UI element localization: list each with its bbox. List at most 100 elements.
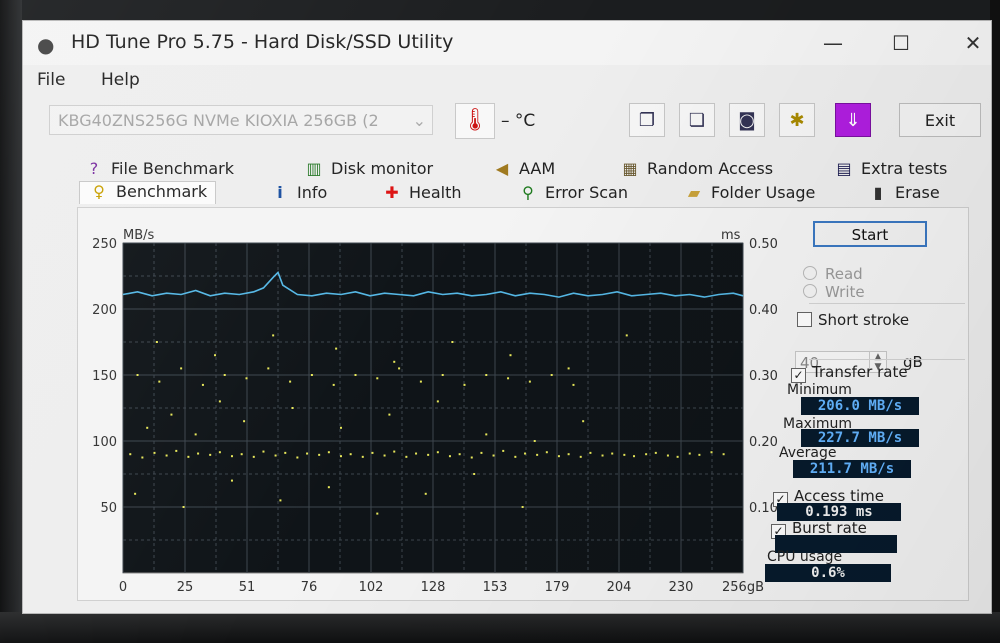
access-time-point	[528, 380, 531, 383]
minimum-label: Minimum	[787, 382, 852, 398]
radio-dot-icon	[803, 266, 817, 280]
access-time-point	[710, 451, 713, 454]
access-time-point	[601, 454, 604, 457]
monitor-bezel-left	[0, 0, 22, 643]
access-time-point	[240, 453, 243, 456]
access-time-point	[187, 455, 190, 458]
access-time-point	[448, 455, 451, 458]
monitor-bezel-bottom	[0, 612, 1000, 643]
access-time-point	[180, 367, 183, 370]
access-time-point	[557, 455, 560, 458]
access-time-point	[194, 433, 197, 436]
access-time-point	[335, 347, 338, 350]
short-stroke-label: Short stroke	[818, 311, 910, 329]
access-time-point	[645, 453, 648, 456]
access-time-point	[134, 492, 137, 495]
short-stroke-checkbox[interactable]: Short stroke	[797, 311, 909, 329]
access-time-point	[245, 377, 248, 380]
access-time-point	[289, 380, 292, 383]
access-time-point	[182, 506, 185, 508]
access-time-point	[579, 455, 582, 458]
access-time-point	[327, 486, 330, 489]
access-time-point	[676, 455, 679, 458]
access-time-point	[252, 455, 255, 458]
access-time-point	[507, 377, 510, 380]
app-window: ● HD Tune Pro 5.75 - Hard Disk/SSD Utili…	[22, 20, 992, 614]
x-tick-label: 128	[421, 580, 446, 595]
access-time-point	[383, 454, 386, 457]
read-label: Read	[825, 265, 863, 283]
access-time-point	[175, 449, 178, 452]
access-time-point	[376, 512, 379, 515]
write-radio[interactable]: Write	[803, 283, 865, 301]
access-time-point	[272, 334, 275, 337]
minimum-value: 206.0 MB/s	[801, 397, 919, 415]
access-time-point	[243, 420, 246, 423]
average-label: Average	[779, 445, 837, 461]
access-time-point	[209, 453, 212, 456]
access-time-point	[567, 453, 570, 456]
access-time-point	[201, 383, 204, 386]
access-time-point	[485, 433, 488, 436]
read-radio[interactable]: Read	[803, 265, 863, 283]
x-tick-label: 153	[483, 580, 508, 595]
y-right-axis-label: ms	[721, 228, 741, 243]
x-tick-label: 204	[607, 580, 632, 595]
y-right-tick-label: 0.40	[749, 303, 778, 318]
access-time-point	[427, 453, 430, 456]
access-time-point	[521, 506, 524, 508]
access-time-point	[611, 452, 614, 455]
radio-dot-icon	[803, 284, 817, 298]
access-time-point	[463, 383, 466, 386]
access-time-point	[284, 451, 287, 454]
access-time-point	[146, 426, 149, 429]
access-time-point	[141, 456, 144, 459]
access-time-point	[470, 456, 473, 459]
access-time-point	[451, 341, 454, 343]
y-left-tick-label: 200	[92, 303, 117, 318]
access-time-point	[354, 374, 357, 376]
access-time-point	[533, 440, 536, 442]
write-label: Write	[825, 283, 865, 301]
y-left-tick-label: 50	[100, 501, 117, 516]
access-time-point	[419, 380, 422, 383]
access-time-point	[589, 451, 592, 454]
access-time-point	[623, 453, 626, 456]
access-time-point	[458, 453, 461, 456]
x-tick-label: 0	[119, 580, 127, 595]
access-time-point	[306, 452, 309, 455]
access-time-point	[492, 454, 495, 457]
access-time-point	[197, 452, 200, 455]
access-time-point	[436, 451, 439, 454]
y-left-tick-label: 100	[92, 435, 117, 450]
access-time-point	[524, 452, 527, 455]
access-time-point	[633, 455, 636, 458]
x-tick-label: 51	[239, 580, 256, 595]
access-time-point	[361, 455, 364, 458]
access-time-point	[545, 451, 548, 454]
average-value: 211.7 MB/s	[793, 460, 911, 478]
y-left-axis-ticks: 250 200 150 100 50	[92, 237, 117, 516]
access-time-point	[296, 456, 299, 459]
access-time-point	[393, 360, 396, 363]
y-right-tick-label: 0.20	[749, 435, 778, 450]
access-time-point	[424, 492, 427, 495]
access-time-point	[376, 377, 379, 380]
access-time-point	[230, 479, 233, 482]
separator	[809, 303, 965, 304]
cpu-usage-value: 0.6%	[765, 564, 891, 582]
access-time-point	[415, 452, 418, 455]
y-right-tick-label: 0.30	[749, 369, 778, 384]
y-right-tick-label: 0.50	[749, 237, 778, 252]
y-left-axis-label: MB/s	[123, 228, 155, 243]
x-tick-label: 256gB	[722, 580, 764, 595]
transfer-rate-checkbox[interactable]: ✓ Transfer rate	[791, 363, 908, 383]
access-time-point	[230, 455, 233, 458]
check-icon: ✓	[791, 368, 806, 383]
access-time-point	[582, 420, 585, 423]
y-left-tick-label: 250	[92, 237, 117, 252]
access-time-point	[436, 400, 439, 403]
checkbox-icon	[797, 312, 812, 327]
start-button[interactable]: Start	[813, 221, 927, 247]
access-time-point	[509, 354, 512, 357]
